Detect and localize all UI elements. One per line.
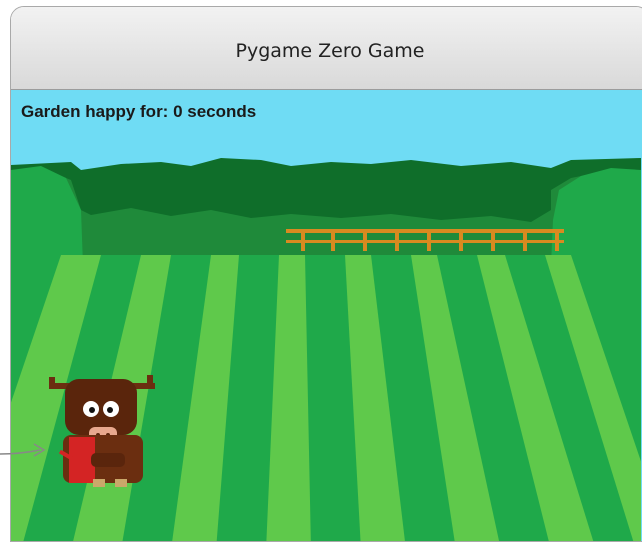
game-window: Pygame Zero Game Garden happy for: 0 sec…: [10, 6, 642, 542]
game-canvas[interactable]: Garden happy for: 0 seconds: [11, 90, 642, 541]
window-title: Pygame Zero Game: [235, 40, 425, 62]
window-titlebar[interactable]: Pygame Zero Game: [11, 7, 642, 90]
garden-happy-timer: Garden happy for: 0 seconds: [21, 102, 257, 121]
annotation-arrow-icon: [0, 443, 46, 457]
garden-scene: [11, 90, 641, 541]
